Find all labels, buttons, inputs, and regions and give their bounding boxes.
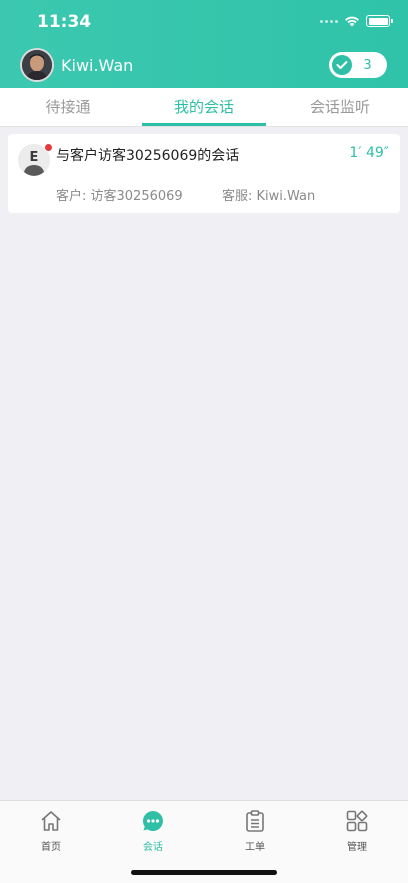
tab-conversation-monitor[interactable]: 会话监听 — [272, 88, 408, 126]
check-icon — [332, 55, 352, 75]
status-bar: 11:34 — [0, 0, 408, 44]
tab-pending[interactable]: 待接通 — [0, 88, 136, 126]
wifi-icon — [345, 16, 359, 27]
signal-icon — [320, 19, 338, 23]
app-screen: 11:34 Kiwi.Wan 3 待接通 我的会话 会话监听 E 与客户访客30… — [0, 0, 408, 883]
avatar[interactable] — [20, 48, 54, 82]
home-icon — [39, 809, 63, 833]
unread-badge — [44, 143, 53, 152]
conversation-customer: 客户: 访客30256069 — [56, 189, 183, 204]
conversation-title: 与客户访客30256069的会话 — [56, 148, 240, 164]
profile-row[interactable]: Kiwi.Wan — [20, 47, 133, 83]
tab-bar: 待接通 我的会话 会话监听 — [0, 88, 408, 127]
nav-home-label: 首页 — [41, 842, 61, 853]
nav-home[interactable]: 首页 — [0, 801, 102, 853]
conversation-agent: 客服: Kiwi.Wan — [222, 189, 316, 204]
nav-conversations[interactable]: 会话 — [102, 801, 204, 853]
nav-conversations-label: 会话 — [143, 842, 163, 853]
nav-management-label: 管理 — [347, 842, 367, 853]
conversation-card[interactable]: E 与客户访客30256069的会话 1′ 49″ 客户: 访客30256069… — [8, 134, 400, 213]
nav-management[interactable]: 管理 — [306, 801, 408, 853]
conversation-meta: 客户: 访客30256069 客服: Kiwi.Wan — [56, 185, 315, 204]
status-time: 11:34 — [37, 12, 92, 32]
nav-tickets[interactable]: 工单 — [204, 801, 306, 853]
clipboard-icon — [243, 809, 267, 833]
chat-bubble-icon — [141, 809, 165, 833]
tab-my-conversations[interactable]: 我的会话 — [136, 88, 272, 126]
online-count: 3 — [363, 57, 372, 73]
grid-icon — [345, 809, 369, 833]
bottom-nav: 首页 会话 工单 管理 — [0, 800, 408, 883]
nav-tickets-label: 工单 — [245, 842, 265, 853]
header: 11:34 Kiwi.Wan 3 — [0, 0, 408, 88]
svg-text:E: E — [30, 150, 39, 165]
status-icons — [320, 14, 393, 28]
profile-name: Kiwi.Wan — [61, 55, 134, 75]
home-indicator[interactable] — [131, 870, 277, 875]
conversation-duration: 1′ 49″ — [349, 145, 389, 161]
battery-icon — [366, 15, 393, 27]
online-status-toggle[interactable]: 3 — [329, 52, 387, 78]
